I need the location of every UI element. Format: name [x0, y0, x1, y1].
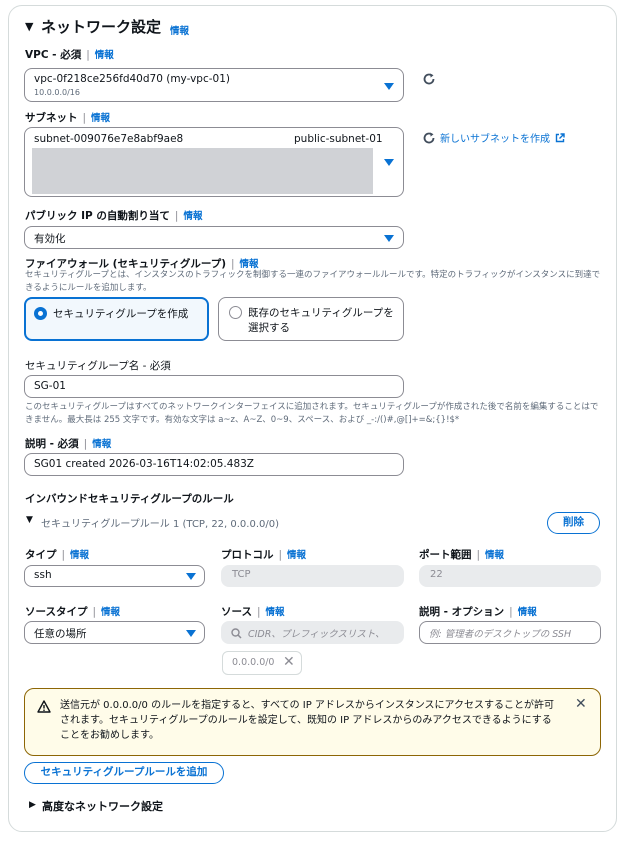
radio-unselected [229, 306, 242, 319]
protocol-field: TCP [221, 565, 404, 587]
chevron-down-icon [384, 159, 394, 166]
subnet-value: subnet-009076e7e8abf9ae8 [34, 133, 184, 145]
inbound-title: インバウンドセキュリティグループのルール [25, 493, 234, 505]
create-subnet-link[interactable]: 新しいサブネットを作成 [440, 130, 565, 145]
port-label: ポート範囲 [419, 549, 472, 561]
subnet-select[interactable]: subnet-009076e7e8abf9ae8 public-subnet-0… [24, 127, 404, 197]
type-label-row: タイプ | 情報 [25, 549, 90, 561]
source-type-value: 任意の場所 [34, 628, 87, 640]
source-type-label-row: ソースタイプ | 情報 [25, 606, 121, 618]
public-ip-info-link[interactable]: 情報 [183, 211, 202, 222]
subnet-name: public-subnet-01 [294, 133, 383, 145]
source-search-input[interactable]: CIDR、プレフィックスリスト、 [221, 621, 404, 644]
search-icon [231, 628, 242, 639]
sg-name-label: セキュリティグループ名 - 必須 [25, 360, 171, 372]
vpc-select[interactable]: vpc-0f218ce256fd40d70 (my-vpc-01) 10.0.0… [24, 68, 404, 102]
sg-name-hint: このセキュリティグループはすべてのネットワークインターフェイスに追加されます。セ… [25, 402, 599, 425]
subnet-info-link[interactable]: 情報 [91, 113, 110, 124]
chevron-down-icon [186, 573, 196, 580]
type-value: ssh [34, 569, 52, 581]
type-label: タイプ [25, 549, 57, 561]
chevron-down-icon [384, 83, 394, 90]
warning-alert: 送信元が 0.0.0.0/0 のルールを指定すると、すべての IP アドレスから… [24, 688, 601, 756]
option-create-security-group[interactable]: セキュリティグループを作成 [24, 297, 209, 341]
external-link-icon [555, 133, 565, 143]
sg-name-input[interactable]: SG-01 [24, 375, 404, 398]
rule-expand-icon[interactable]: ▼ [26, 515, 33, 525]
sg-desc-input[interactable]: SG01 created 2026-03-16T14:02:05.483Z [24, 453, 404, 476]
sg-name-value: SG-01 [34, 380, 66, 392]
type-select[interactable]: ssh [24, 565, 205, 587]
refresh-icon[interactable] [422, 131, 436, 145]
port-field: 22 [419, 565, 601, 587]
sg-desc-value: SG01 created 2026-03-16T14:02:05.483Z [34, 458, 254, 470]
rule-desc-input[interactable]: 例: 管理者のデスクトップの SSH [419, 621, 601, 644]
add-rule-button[interactable]: セキュリティグループルールを追加 [24, 762, 224, 784]
vpc-info-link[interactable]: 情報 [95, 50, 114, 61]
source-label: ソース [221, 606, 252, 618]
protocol-info-link[interactable]: 情報 [287, 550, 306, 561]
source-info-link[interactable]: 情報 [266, 607, 285, 618]
source-token: 0.0.0.0/0 ✕ [222, 651, 302, 675]
option-create-label: セキュリティグループを作成 [53, 308, 189, 320]
section-expand-icon[interactable]: ▼ [25, 20, 33, 33]
firewall-description: セキュリティグループとは、インスタンスのトラフィックを制御する一連のファイアウォ… [25, 270, 601, 293]
option-existing-line1: 既存のセキュリティグループを [248, 307, 394, 319]
vpc-value: vpc-0f218ce256fd40d70 (my-vpc-01) [34, 73, 230, 85]
section-title: ネットワーク設定 [41, 18, 162, 36]
advanced-network-settings[interactable]: 高度なネットワーク設定 [42, 798, 163, 814]
public-ip-label-row: パブリック IP の自動割り当て | 情報 [25, 210, 203, 222]
vpc-label: VPC - 必須 [25, 49, 82, 61]
source-type-label: ソースタイプ [25, 606, 88, 618]
public-ip-label: パブリック IP の自動割り当て [25, 210, 170, 222]
port-label-row: ポート範囲 | 情報 [419, 549, 505, 561]
source-token-value: 0.0.0.0/0 [232, 657, 275, 668]
rule-desc-label-row: 説明 - オプション | 情報 [419, 606, 537, 618]
rule-desc-info-link[interactable]: 情報 [518, 607, 537, 618]
rule-title: セキュリティグループルール 1 (TCP, 22, 0.0.0.0/0) [41, 519, 280, 530]
port-info-link[interactable]: 情報 [485, 550, 504, 561]
option-existing-line2: 選択する [248, 322, 290, 334]
protocol-label: プロトコル [221, 549, 274, 561]
close-icon[interactable]: ✕ [575, 696, 587, 712]
radio-selected [34, 307, 47, 320]
port-value: 22 [430, 569, 443, 580]
create-subnet-label: 新しいサブネットを作成 [440, 134, 550, 145]
section-info-link[interactable]: 情報 [170, 23, 189, 37]
public-ip-value: 有効化 [34, 233, 66, 245]
type-info-link[interactable]: 情報 [70, 550, 89, 561]
sg-desc-info-link[interactable]: 情報 [92, 439, 111, 450]
chevron-down-icon [384, 235, 394, 242]
source-placeholder: CIDR、プレフィックスリスト、 [248, 629, 385, 640]
close-icon[interactable]: ✕ [283, 654, 295, 670]
sg-desc-label-row: 説明 - 必須 | 情報 [25, 438, 112, 450]
rule-desc-placeholder: 例: 管理者のデスクトップの SSH [429, 629, 572, 640]
vpc-cidr: 10.0.0.0/16 [34, 88, 80, 97]
source-type-select[interactable]: 任意の場所 [24, 621, 205, 644]
subnet-label-row: サブネット | 情報 [25, 112, 111, 124]
advanced-expand-icon[interactable]: ▶ [29, 800, 36, 810]
rule-desc-label: 説明 - オプション [419, 606, 505, 618]
refresh-icon[interactable] [422, 72, 436, 86]
subnet-label: サブネット [25, 112, 78, 124]
chevron-down-icon [186, 630, 196, 637]
warning-icon [37, 700, 51, 713]
vpc-label-row: VPC - 必須 | 情報 [25, 49, 114, 61]
delete-rule-button[interactable]: 削除 [547, 512, 600, 534]
source-type-info-link[interactable]: 情報 [101, 607, 120, 618]
protocol-label-row: プロトコル | 情報 [221, 549, 307, 561]
redacted-area [32, 148, 373, 194]
warning-text: 送信元が 0.0.0.0/0 のルールを指定すると、すべての IP アドレスから… [60, 700, 555, 741]
option-existing-security-group[interactable]: 既存のセキュリティグループを 選択する [218, 297, 404, 341]
protocol-value: TCP [232, 569, 251, 580]
sg-desc-label: 説明 - 必須 [25, 438, 79, 450]
public-ip-select[interactable]: 有効化 [24, 226, 404, 249]
source-label-row: ソース | 情報 [221, 606, 285, 618]
